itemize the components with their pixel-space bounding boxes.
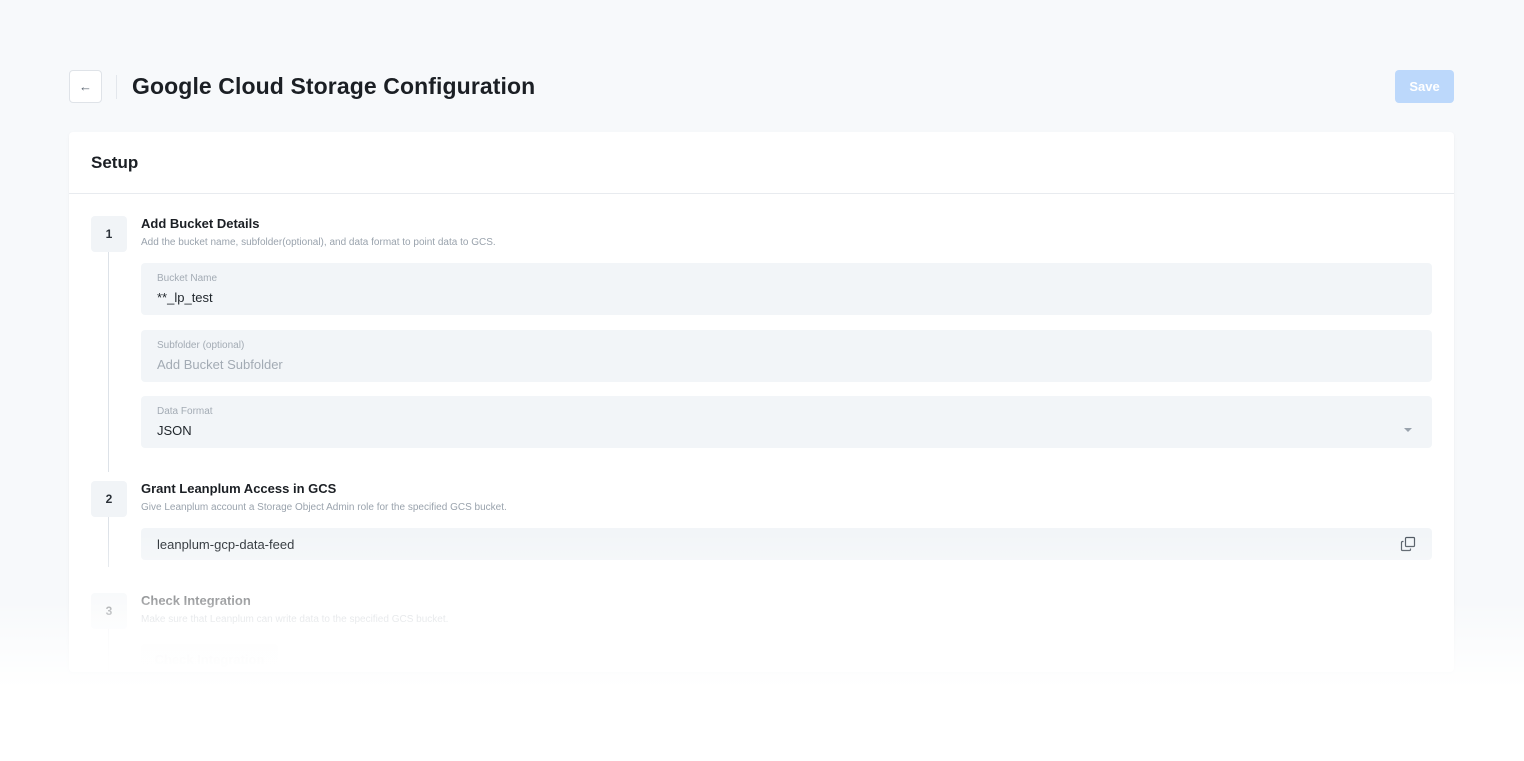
page-header: ← Google Cloud Storage Configuration Sav…: [69, 70, 1454, 103]
step-2-badge: 2: [91, 481, 127, 517]
setup-card: Setup 1 Add Bucket Details Add the bucke…: [69, 132, 1454, 672]
step-3-description: Make sure that Leanplum can write data t…: [141, 614, 449, 625]
step-1-description: Add the bucket name, subfolder(optional)…: [141, 237, 496, 248]
step-2-title: Grant Leanplum Access in GCS: [141, 481, 337, 496]
copy-icon[interactable]: [1400, 536, 1416, 552]
step-3-badge: 3: [91, 593, 127, 629]
top-band: [0, 0, 1524, 58]
service-account-field: leanplum-gcp-data-feed: [141, 528, 1432, 560]
service-account-value: leanplum-gcp-data-feed: [157, 537, 295, 552]
bucket-name-value[interactable]: **_lp_test: [157, 290, 213, 305]
data-format-label: Data Format: [157, 406, 213, 417]
chevron-down-icon[interactable]: [1404, 428, 1412, 432]
card-title: Setup: [91, 152, 139, 172]
check-integration-button[interactable]: Check Integration: [141, 644, 278, 672]
step-3-title: Check Integration: [141, 593, 251, 608]
header-divider: [116, 74, 117, 99]
back-button[interactable]: ←: [69, 70, 102, 103]
subfolder-label: Subfolder (optional): [157, 340, 245, 351]
page-title: Google Cloud Storage Configuration: [132, 73, 536, 99]
bucket-name-label: Bucket Name: [157, 273, 218, 284]
step-2-description: Give Leanplum account a Storage Object A…: [141, 502, 507, 513]
step-3-connector: [108, 629, 109, 672]
step-1-title: Add Bucket Details: [141, 216, 260, 231]
step-1-badge: 1: [91, 216, 127, 252]
card-header: Setup: [69, 132, 1454, 194]
save-button[interactable]: Save: [1395, 70, 1454, 103]
data-format-value[interactable]: JSON: [157, 423, 192, 438]
step-2-connector: [108, 517, 109, 567]
bucket-name-field[interactable]: Bucket Name **_lp_test: [141, 263, 1432, 315]
step-1-connector: [108, 252, 109, 472]
subfolder-field[interactable]: Subfolder (optional) Add Bucket Subfolde…: [141, 330, 1432, 382]
data-format-select[interactable]: Data Format JSON: [141, 396, 1432, 448]
arrow-left-icon: ←: [79, 79, 92, 94]
subfolder-placeholder[interactable]: Add Bucket Subfolder: [157, 357, 283, 372]
